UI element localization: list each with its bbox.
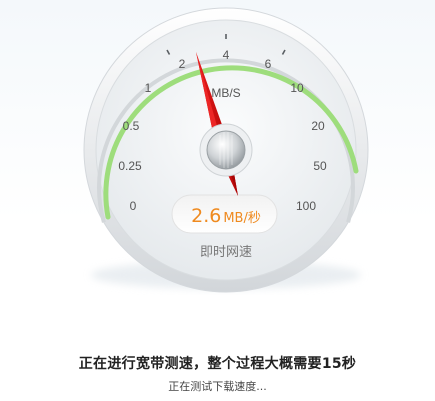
gauge-unit-label: MB/S	[211, 86, 240, 100]
scale-label-1: 1	[145, 81, 152, 95]
scale-label-50: 50	[313, 159, 327, 173]
scale-label-10: 10	[290, 81, 304, 95]
gauge-hub	[206, 130, 246, 170]
scale-label-0: 0	[130, 199, 137, 213]
status-message: 正在进行宽带测速，整个过程大概需要15秒	[78, 356, 357, 372]
scale-label-6: 6	[265, 57, 272, 71]
scale-label-4: 4	[223, 48, 230, 62]
speed-gauge: 0 0.25 0.5 1 2 4 6 10 20 50 100 MB/S 2.6…	[83, 7, 369, 293]
scale-label-20: 20	[311, 119, 325, 133]
gauge-caption: 即时网速	[200, 245, 252, 260]
scale-label-0.5: 0.5	[123, 119, 140, 133]
speed-readout-value: 2.6	[191, 205, 221, 227]
scale-label-0.25: 0.25	[118, 159, 142, 173]
speed-readout-unit: MB/秒	[223, 211, 261, 226]
scale-label-2: 2	[179, 57, 186, 71]
status-submessage: 正在测试下载速度...	[168, 380, 267, 393]
scale-label-100: 100	[296, 199, 316, 213]
